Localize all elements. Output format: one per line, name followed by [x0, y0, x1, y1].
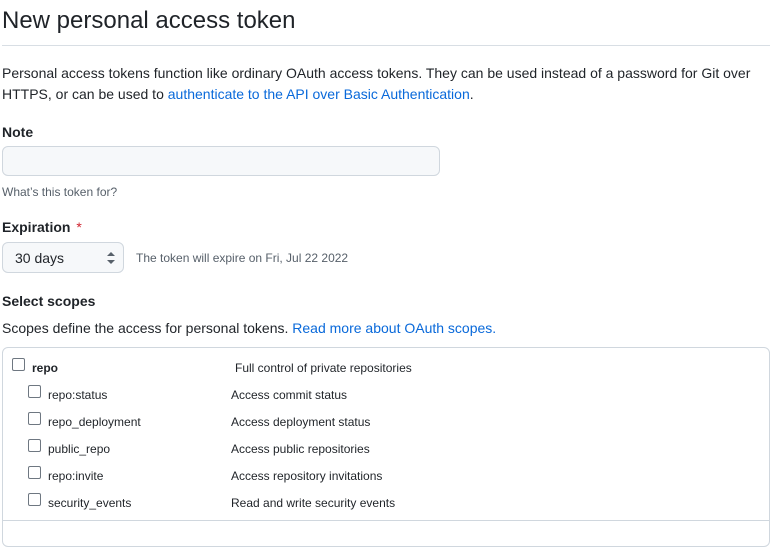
scope-description: Access repository invitations: [231, 469, 383, 483]
scopes-label: Select scopes: [2, 293, 96, 309]
note-label: Note: [2, 124, 34, 140]
expiration-selected-value: 30 days: [15, 250, 65, 266]
scope-description: Access public repositories: [231, 442, 370, 456]
title-divider: [2, 45, 770, 46]
scopes-group-divider: [3, 520, 769, 521]
scope-name: repo_deployment: [48, 415, 141, 429]
intro-paragraph: Personal access tokens function like ord…: [2, 63, 768, 105]
scope-description: Full control of private repositories: [235, 361, 412, 375]
scopes-desc-text: Scopes define the access for personal to…: [2, 320, 293, 336]
scopes-list: repo Full control of private repositorie…: [2, 347, 770, 547]
select-arrows-icon: [107, 252, 115, 264]
note-hint: What’s this token for?: [2, 185, 118, 199]
scope-checkbox-repo-status[interactable]: [28, 385, 41, 398]
scope-description: Access commit status: [231, 388, 348, 402]
basic-auth-link[interactable]: authenticate to the API over Basic Authe…: [168, 86, 470, 102]
scope-checkbox-repo-invite[interactable]: [28, 466, 41, 479]
scope-checkbox-public-repo[interactable]: [28, 439, 41, 452]
intro-end: .: [469, 86, 474, 102]
expiration-info: The token will expire on Fri, Jul 22 202…: [136, 251, 349, 265]
oauth-scopes-link[interactable]: Read more about OAuth scopes.: [292, 320, 496, 336]
scope-name: repo: [32, 361, 59, 375]
scope-description: Read and write security events: [231, 496, 396, 510]
expiration-select[interactable]: 30 days: [2, 242, 124, 273]
scope-name: security_events: [48, 496, 132, 510]
scope-checkbox-security-events[interactable]: [28, 493, 41, 506]
note-input[interactable]: [2, 146, 440, 176]
expiration-label: Expiration *: [2, 218, 82, 236]
scope-checkbox-repo-deployment[interactable]: [28, 412, 41, 425]
scope-name: repo:status: [48, 388, 108, 402]
expiration-label-text: Expiration: [2, 219, 71, 235]
required-mark: *: [76, 219, 82, 235]
scope-name: repo:invite: [48, 469, 104, 483]
scope-description: Access deployment status: [231, 415, 371, 429]
page-title: New personal access token: [2, 7, 296, 34]
scope-name: public_repo: [48, 442, 111, 456]
scopes-description: Scopes define the access for personal to…: [2, 318, 496, 338]
scope-checkbox-repo[interactable]: [12, 358, 25, 371]
